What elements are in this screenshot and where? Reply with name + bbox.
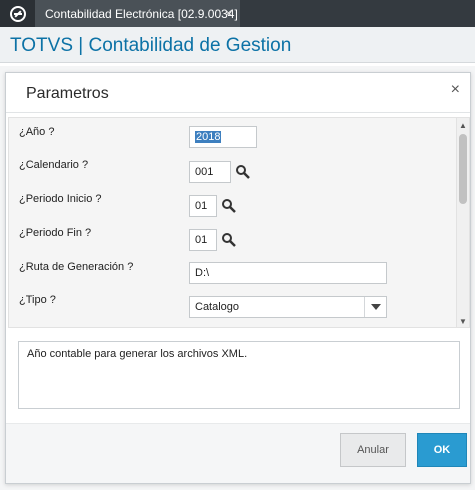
app-header: TOTVS | Contabilidad de Gestion [0, 27, 475, 63]
dialog-footer: Anular OK [6, 423, 470, 483]
tab-close-icon[interactable]: × [225, 6, 232, 20]
help-text-box: Año contable para generar los archivos X… [18, 341, 460, 409]
form-scrollbar[interactable]: ▲ ▼ [456, 118, 469, 327]
search-icon[interactable] [235, 164, 251, 180]
help-text: Año contable para generar los archivos X… [27, 348, 248, 360]
field-label-ano: ¿Año ? [19, 126, 55, 138]
top-tab-bar: Contabilidad Electrónica [02.9.0034] × [0, 0, 475, 27]
totvs-logo-icon[interactable] [0, 0, 35, 27]
scroll-down-icon[interactable]: ▼ [459, 317, 467, 326]
scroll-up-icon[interactable]: ▲ [459, 121, 467, 130]
tipo-select[interactable]: Catalogo [189, 296, 387, 318]
parameters-form: ¿Año ? 2018 ¿Calendario ? 001 ¿Periodo I… [8, 117, 470, 328]
search-icon[interactable] [221, 198, 237, 214]
dialog-close-icon[interactable]: × [451, 81, 460, 99]
periodo-inicio-input[interactable]: 01 [189, 195, 217, 217]
dialog-title: Parametros [26, 85, 109, 102]
scroll-thumb[interactable] [459, 134, 467, 204]
parametros-dialog: Parametros × ¿Año ? 2018 ¿Calendario ? 0… [5, 72, 471, 484]
field-label-periodo-inicio: ¿Periodo Inicio ? [19, 193, 102, 205]
search-icon[interactable] [221, 232, 237, 248]
field-label-tipo: ¿Tipo ? [19, 294, 56, 306]
ano-input[interactable]: 2018 [189, 126, 257, 148]
tipo-selected-value: Catalogo [195, 301, 240, 313]
tab-contabilidad-electronica[interactable]: Contabilidad Electrónica [02.9.0034] × [35, 0, 240, 27]
field-label-periodo-fin: ¿Periodo Fin ? [19, 227, 92, 239]
dialog-header: Parametros × [6, 73, 470, 113]
calendario-input[interactable]: 001 [189, 161, 231, 183]
field-label-calendario: ¿Calendario ? [19, 159, 89, 171]
tab-title: Contabilidad Electrónica [02.9.0034] [45, 6, 238, 21]
ok-button[interactable]: OK [417, 433, 467, 467]
cancel-button[interactable]: Anular [340, 433, 406, 467]
app-title: TOTVS | Contabilidad de Gestion [10, 35, 292, 56]
chevron-down-icon[interactable] [364, 297, 386, 317]
periodo-fin-input[interactable]: 01 [189, 229, 217, 251]
field-label-ruta-generacion: ¿Ruta de Generación ? [19, 261, 134, 273]
ruta-generacion-input[interactable]: D:\ [189, 262, 387, 284]
ano-value: 2018 [195, 131, 222, 143]
